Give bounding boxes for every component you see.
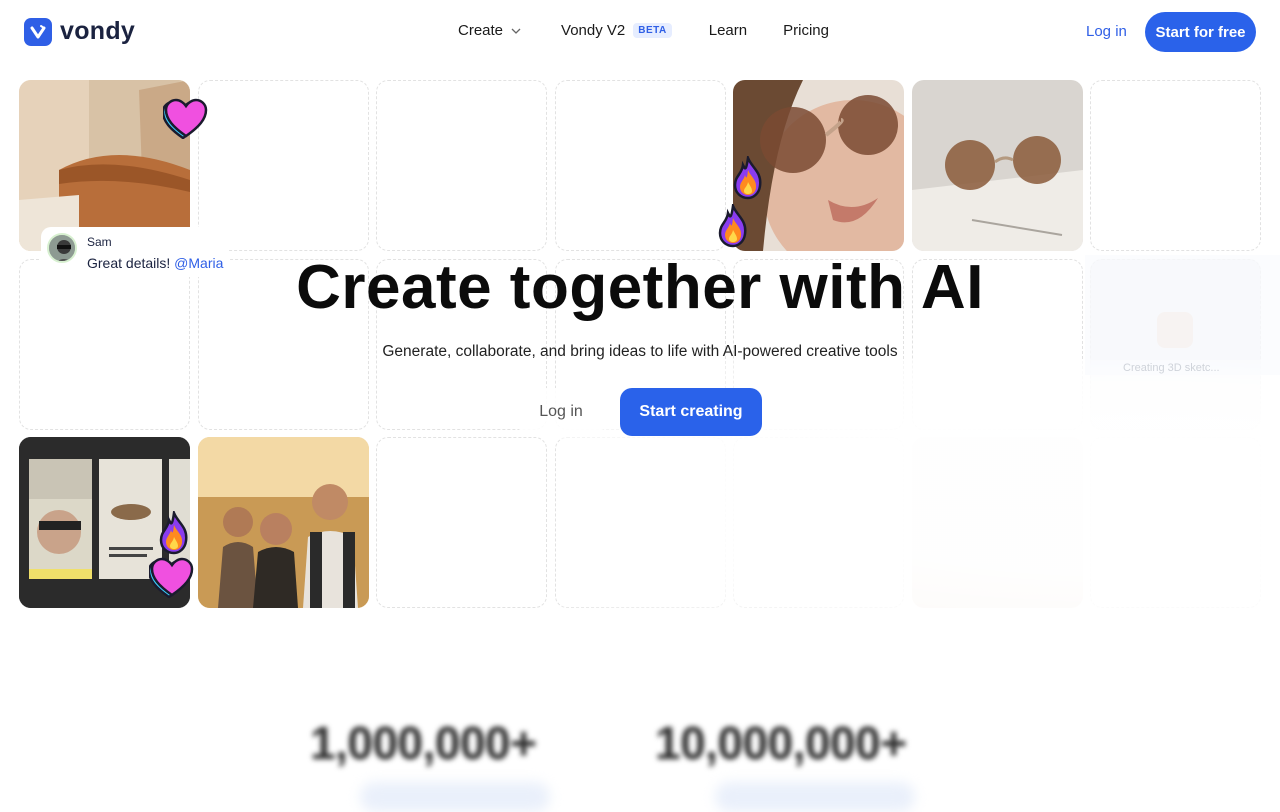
empty-tile	[376, 80, 547, 251]
beta-badge: BETA	[633, 23, 672, 38]
hero-login-button[interactable]: Log in	[518, 388, 604, 436]
stat-users: 1,000,000+	[310, 717, 537, 769]
empty-tile	[376, 437, 547, 608]
vondy-logo[interactable]: vondy	[24, 17, 135, 46]
vondy-logo-icon	[24, 17, 52, 46]
logo-text: vondy	[60, 17, 136, 45]
fire-reaction-icon	[717, 201, 749, 253]
heart-reaction-icon	[161, 97, 209, 144]
empty-tile	[555, 80, 726, 251]
generating-status-text: Creating 3D sketc...	[1123, 362, 1220, 374]
hero-title: Create together with AI	[296, 253, 984, 322]
chevron-down-icon	[511, 28, 521, 34]
start-creating-button[interactable]: Start creating	[620, 388, 762, 436]
empty-tile	[1090, 437, 1261, 608]
empty-tile	[733, 437, 904, 608]
hero-subtitle: Generate, collaborate, and bring ideas t…	[382, 343, 898, 360]
start-for-free-button[interactable]: Start for free	[1145, 12, 1256, 52]
nav-pricing[interactable]: Pricing	[783, 22, 829, 39]
comment-author: Sam	[87, 235, 112, 249]
stat-glow	[715, 782, 915, 812]
nav-links: Create Vondy V2 BETA Learn Pricing	[458, 22, 829, 39]
sunglasses-product-image-tile[interactable]	[912, 80, 1083, 251]
nav-vondy-v2[interactable]: Vondy V2 BETA	[561, 22, 672, 39]
top-nav: vondy Create Vondy V2 BETA Learn Pricing…	[0, 0, 1280, 64]
fire-reaction-icon	[732, 153, 764, 205]
empty-tile	[198, 80, 369, 251]
stat-creations: 10,000,000+	[655, 717, 907, 769]
heart-reaction-icon	[147, 556, 195, 603]
nav-login-link[interactable]: Log in	[1086, 23, 1127, 40]
nav-create-label: Create	[458, 22, 504, 39]
friends-field-image-tile[interactable]	[198, 437, 369, 608]
empty-tile	[1090, 80, 1261, 251]
nav-v2-label: Vondy V2	[561, 22, 626, 39]
fire-reaction-icon	[158, 508, 190, 560]
empty-tile	[555, 437, 726, 608]
stat-glow	[360, 782, 550, 812]
faded-image-tile	[912, 437, 1083, 608]
nav-create[interactable]: Create	[458, 22, 521, 39]
nav-learn[interactable]: Learn	[709, 22, 747, 39]
